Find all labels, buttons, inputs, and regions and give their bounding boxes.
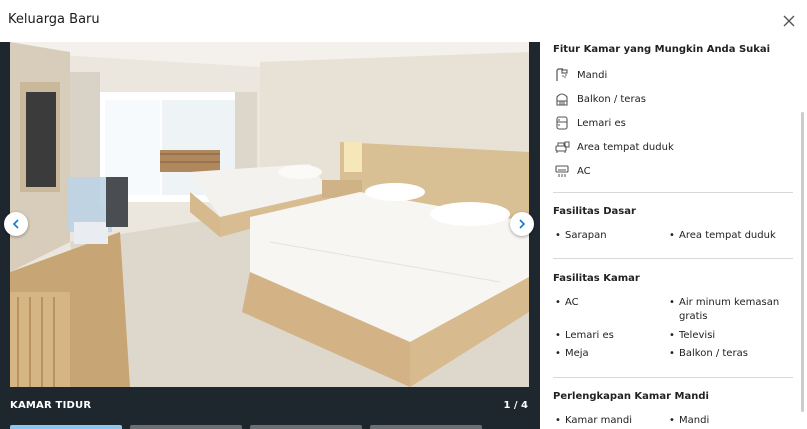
features-title: Fitur Kamar yang Mungkin Anda Sukai	[553, 44, 771, 55]
feature-label: Mandi	[577, 69, 608, 81]
feature-label: Area tempat duduk	[577, 141, 674, 153]
feature-item: Lemari es	[553, 113, 626, 133]
list-item: Mandi	[669, 414, 709, 428]
list-item: Televisi	[669, 329, 715, 343]
list-item: Balkon / teras	[669, 347, 748, 361]
thumbnail-3[interactable]	[250, 425, 362, 429]
feature-item: Area tempat duduk	[553, 137, 674, 157]
chevron-left-icon	[12, 219, 19, 229]
list-item: Kamar mandi	[555, 414, 632, 428]
sofa-icon	[553, 138, 571, 156]
section-divider	[553, 258, 793, 259]
chevron-right-icon	[519, 219, 526, 229]
close-icon[interactable]	[781, 13, 797, 29]
balcony-icon	[553, 90, 571, 108]
basic-facilities-title: Fasilitas Dasar	[553, 206, 636, 217]
feature-item: AC	[553, 161, 591, 181]
panel-scrollbar[interactable]	[801, 112, 804, 412]
feature-item: Mandi	[553, 65, 607, 85]
room-details-panel: Fitur Kamar yang Mungkin Anda Sukai Mand…	[540, 42, 807, 429]
list-item: Sarapan	[555, 229, 606, 243]
modal-title: Keluarga Baru	[8, 12, 100, 27]
feature-label: AC	[577, 165, 591, 177]
modal-header: Keluarga Baru	[0, 0, 807, 42]
thumbnail-strip	[10, 425, 529, 429]
photo-gallery: KAMAR TIDUR 1 / 4	[0, 42, 540, 429]
list-item: Meja	[555, 347, 589, 361]
feature-item: Balkon / teras	[553, 89, 646, 109]
previous-photo-button[interactable]	[4, 212, 28, 236]
list-item: Area tempat duduk	[669, 229, 776, 243]
photo-counter: 1 / 4	[503, 400, 528, 411]
thumbnail-2[interactable]	[130, 425, 242, 429]
section-divider	[553, 377, 793, 378]
feature-label: Lemari es	[577, 117, 626, 129]
list-item: AC	[555, 296, 578, 310]
bathroom-title: Perlengkapan Kamar Mandi	[553, 391, 709, 402]
photo-caption: KAMAR TIDUR	[10, 400, 92, 411]
shower-icon	[553, 66, 571, 84]
fridge-icon	[553, 114, 571, 132]
list-item: Air minum kemasan gratis	[669, 296, 789, 324]
next-photo-button[interactable]	[510, 212, 534, 236]
section-divider	[553, 192, 793, 193]
room-photo	[10, 42, 529, 387]
ac-icon	[553, 162, 571, 180]
feature-label: Balkon / teras	[577, 93, 646, 105]
list-item: Lemari es	[555, 329, 614, 343]
room-facilities-title: Fasilitas Kamar	[553, 273, 640, 284]
thumbnail-1[interactable]	[10, 425, 122, 429]
thumbnail-4[interactable]	[370, 425, 482, 429]
